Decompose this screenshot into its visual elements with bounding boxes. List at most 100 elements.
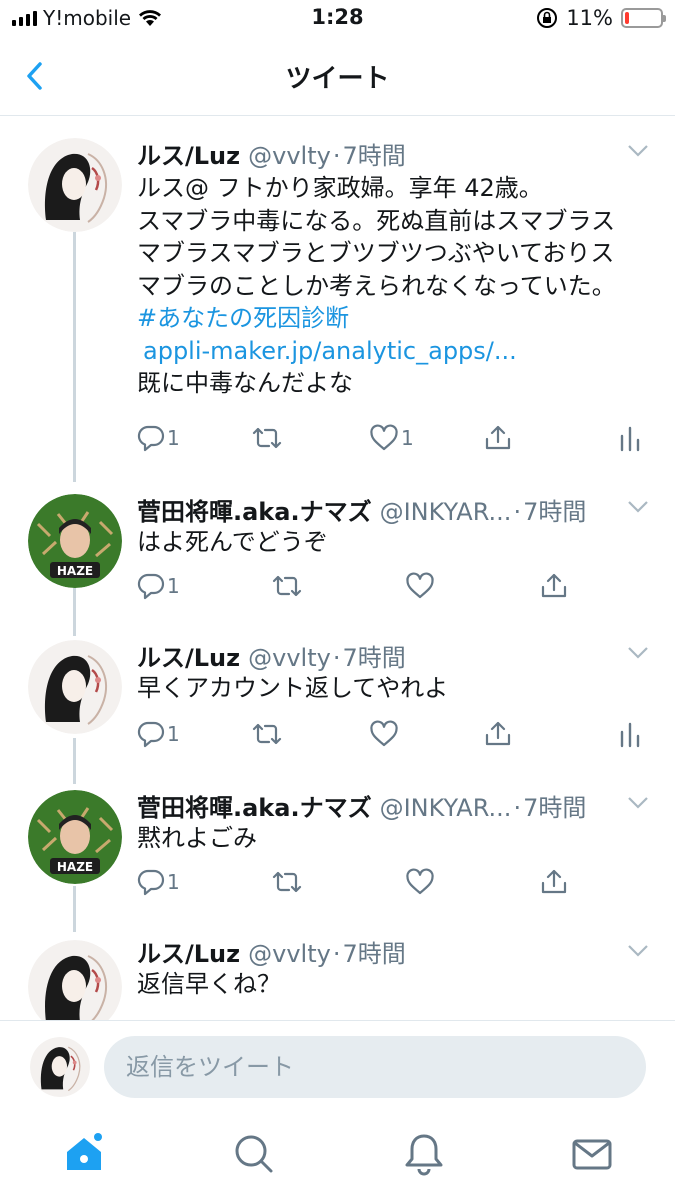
chevron-down-icon[interactable] [627, 500, 649, 514]
analytics-icon [620, 426, 640, 452]
author-handle[interactable]: @vvlty [248, 142, 331, 170]
reply-count: 1 [167, 574, 180, 598]
tweet[interactable]: HAZE 菅田将暉.aka.ナマズ @INKYAR... · 7時間 黙れよごみ… [0, 776, 675, 926]
reply-count: 1 [167, 722, 180, 746]
reply-icon [137, 573, 165, 600]
tweet[interactable]: ルス/Luz @vvlty · 7時間 早くアカウント返してやれよ 1 [0, 624, 675, 776]
tweet-text: 早くアカウント返してやれよ [137, 674, 449, 702]
reply-input[interactable] [104, 1036, 646, 1098]
like-button[interactable] [405, 572, 435, 600]
author-handle[interactable]: @INKYAR... [380, 498, 512, 526]
analytics-button[interactable] [619, 424, 641, 452]
heart-icon [406, 868, 434, 895]
tweet-text: 返信早くね？ [137, 970, 281, 998]
heart-icon [370, 720, 398, 747]
tweet-time: 7時間 [342, 142, 406, 170]
reply-icon [137, 721, 165, 748]
share-button[interactable] [539, 868, 569, 896]
share-button[interactable] [539, 572, 569, 600]
author-name[interactable]: ルス/Luz [137, 638, 240, 673]
chevron-down-icon[interactable] [627, 144, 649, 158]
tweet-text-line: マブラスマブラとブツブツつぶやいておりス [137, 239, 615, 267]
tweet-time: 7時間 [342, 940, 406, 968]
tweet-text-line: マブラのことしか考えられなくなっていた。 [137, 271, 616, 300]
reply-bar [0, 1020, 675, 1116]
share-icon [541, 869, 567, 894]
like-count: 1 [401, 426, 414, 450]
heart-icon [370, 424, 398, 451]
reply-count: 1 [167, 870, 180, 894]
separator-dot: · [332, 940, 341, 968]
avatar-image: HAZE [28, 494, 122, 588]
share-icon [485, 425, 511, 450]
avatar[interactable]: HAZE [28, 790, 122, 884]
analytics-icon [620, 722, 640, 748]
tweet[interactable]: HAZE 菅田将暉.aka.ナマズ @INKYAR... · 7時間 はよ死んで… [0, 480, 675, 624]
tweet-text: はよ死んでどうぞ [137, 528, 328, 556]
hashtag-link[interactable]: #あなたの死因診断 [137, 302, 647, 335]
avatar-image [28, 138, 122, 232]
messages-icon[interactable] [570, 1132, 614, 1176]
share-icon [541, 573, 567, 598]
tweet[interactable]: ルス/Luz @vvlty · 7時間 ルス@ フトかり家政婦。享年 42歳。 … [0, 0, 675, 480]
avatar[interactable]: HAZE [28, 494, 122, 588]
tweet-text-line: 既に中毒なんだよな [137, 369, 353, 397]
separator-dot: · [513, 498, 522, 526]
avatar-image: HAZE [28, 790, 122, 884]
tweet[interactable]: ルス/Luz @vvlty · 7時間 返信早くね？ [0, 926, 675, 1020]
reply-button[interactable]: 1 [137, 720, 180, 748]
reply-button[interactable]: 1 [137, 424, 180, 452]
share-button[interactable] [483, 424, 513, 452]
avatar-image [28, 640, 122, 734]
retweet-icon [252, 723, 282, 745]
home-icon[interactable] [62, 1132, 106, 1176]
svg-text:HAZE: HAZE [57, 860, 93, 874]
like-button[interactable] [405, 868, 435, 896]
author-name[interactable]: ルス/Luz [137, 136, 240, 171]
author-handle[interactable]: @vvlty [248, 644, 331, 672]
tweet-time: 7時間 [342, 644, 406, 672]
search-icon[interactable] [232, 1132, 276, 1176]
like-button[interactable]: 1 [369, 424, 414, 452]
retweet-button[interactable] [251, 720, 283, 748]
tweet-time: 7時間 [523, 498, 587, 526]
retweet-button[interactable] [271, 868, 303, 896]
author-handle[interactable]: @INKYAR... [380, 794, 512, 822]
avatar-image [30, 1037, 90, 1097]
analytics-button[interactable] [619, 720, 641, 748]
author-handle[interactable]: @vvlty [248, 940, 331, 968]
retweet-button[interactable] [271, 572, 303, 600]
heart-icon [406, 572, 434, 599]
notifications-icon[interactable] [402, 1132, 446, 1176]
tweet-text-line: スマブラ中毒になる。死ぬ直前はスマブラス [137, 206, 616, 235]
avatar[interactable] [28, 640, 122, 734]
avatar[interactable] [28, 940, 122, 1020]
url-link[interactable]: appli-maker.jp/analytic_apps/... [137, 335, 647, 368]
retweet-icon [272, 871, 302, 893]
chevron-down-icon[interactable] [627, 646, 649, 660]
avatar[interactable] [28, 138, 122, 232]
separator-dot: · [513, 794, 522, 822]
chevron-down-icon[interactable] [627, 944, 649, 958]
reply-button[interactable]: 1 [137, 868, 180, 896]
my-avatar[interactable] [30, 1037, 90, 1097]
retweet-icon [272, 575, 302, 597]
author-name[interactable]: 菅田将暉.aka.ナマズ [137, 492, 372, 527]
share-icon [485, 721, 511, 746]
chevron-down-icon[interactable] [627, 796, 649, 810]
share-button[interactable] [483, 720, 513, 748]
tab-bar [0, 1116, 675, 1200]
author-name[interactable]: 菅田将暉.aka.ナマズ [137, 788, 372, 823]
author-name[interactable]: ルス/Luz [137, 934, 240, 969]
like-button[interactable] [369, 720, 399, 748]
avatar-image [28, 940, 122, 1020]
tweet-text: 黙れよごみ [137, 824, 257, 852]
reply-button[interactable]: 1 [137, 572, 180, 600]
reply-icon [137, 869, 165, 896]
reply-count: 1 [167, 426, 180, 450]
svg-text:HAZE: HAZE [57, 564, 93, 578]
retweet-button[interactable] [251, 424, 283, 452]
reply-icon [137, 425, 165, 452]
separator-dot: · [332, 644, 341, 672]
separator-dot: · [332, 142, 341, 170]
